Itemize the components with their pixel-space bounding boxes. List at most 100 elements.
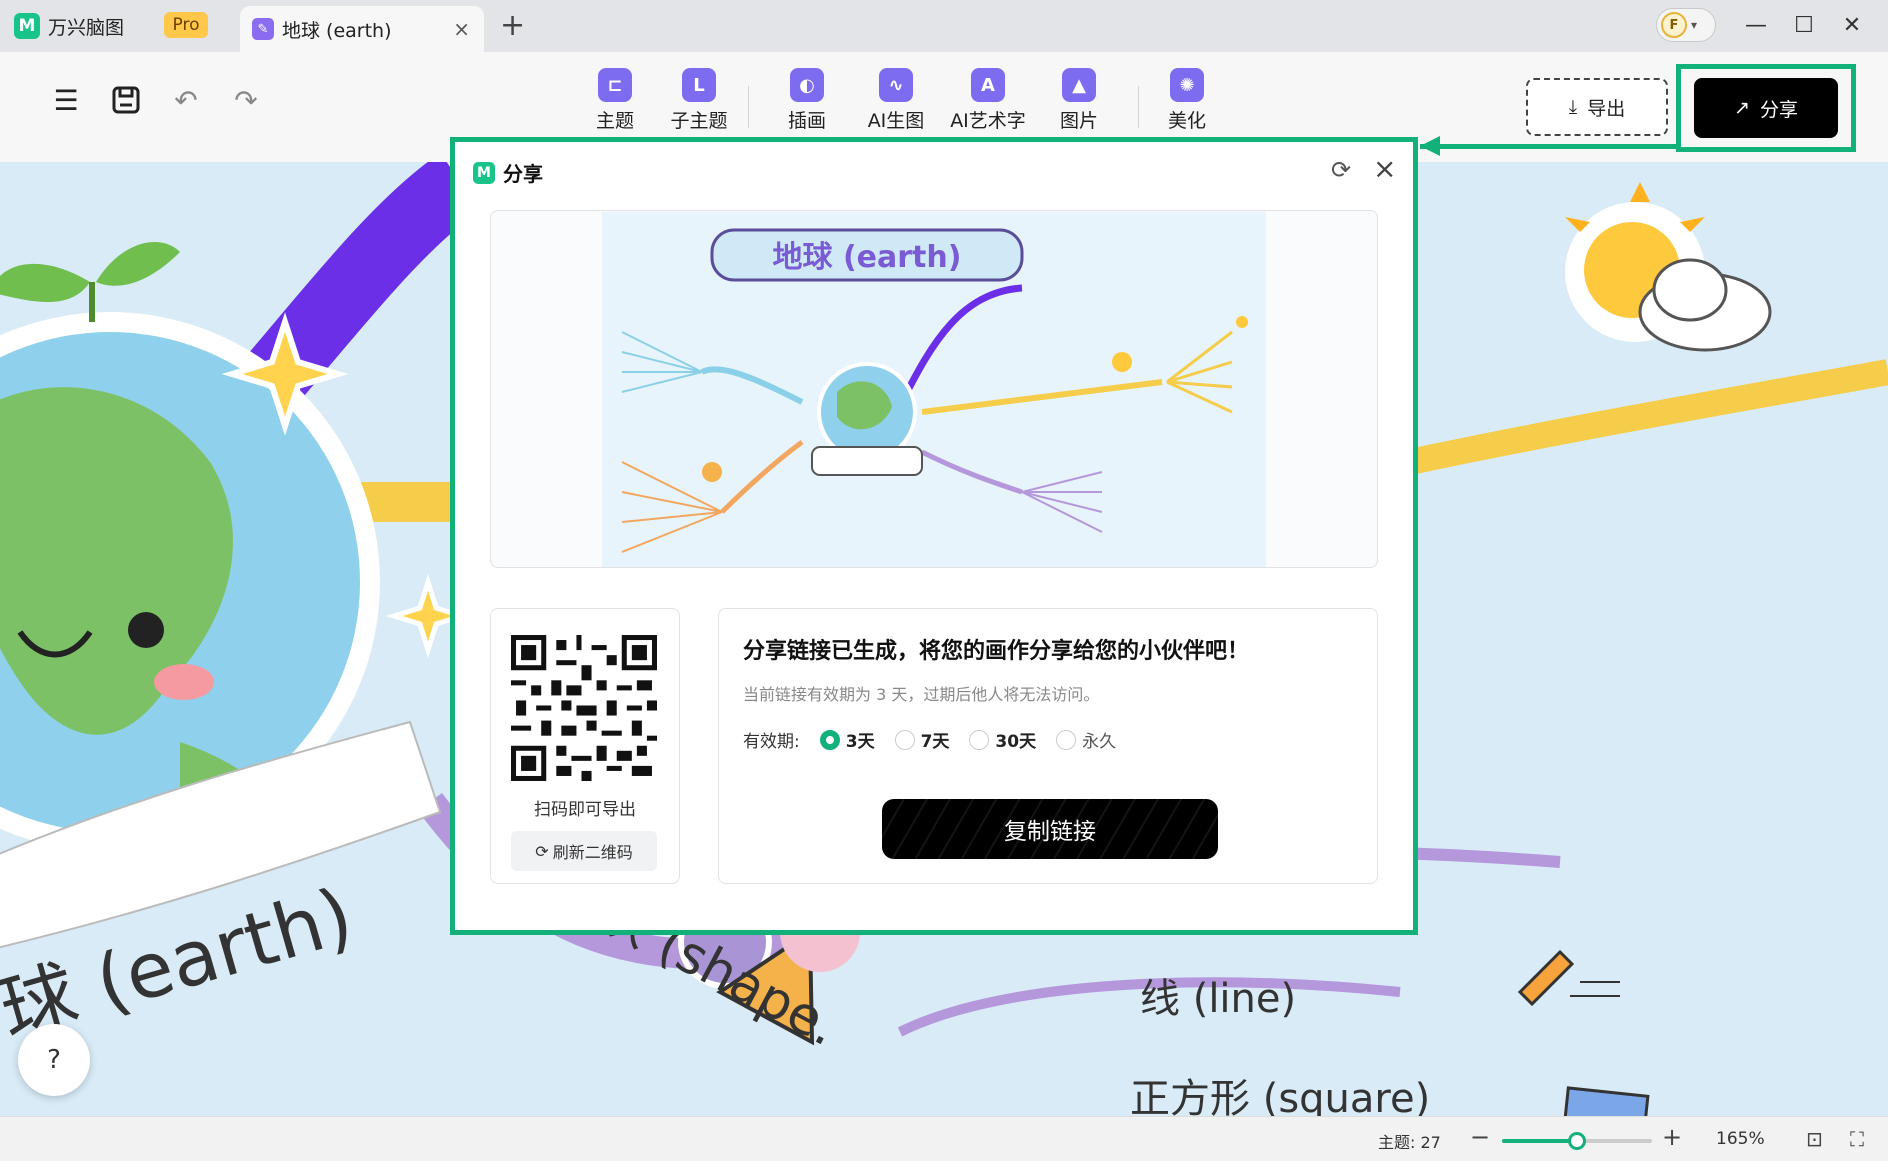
tab-bar: M 万兴脑图 Pro ✎ 地球 (earth) × + F ▾ — ☐ ✕ <box>0 0 1888 52</box>
radio-selected <box>819 729 840 750</box>
validity-option-3d[interactable]: 3天 <box>819 727 875 752</box>
app-logo-icon: M <box>14 13 40 39</box>
help-button[interactable]: ? <box>18 1024 90 1096</box>
tool-ai-art-text-label: AI艺术字 <box>950 110 1026 132</box>
radio-unselected <box>969 729 990 750</box>
beautify-icon: ✺ <box>1170 68 1204 102</box>
share-link-card: 分享链接已生成，将您的画作分享给您的小伙伴吧！ 当前链接有效期为 3 天，过期后… <box>718 608 1378 884</box>
share-link-subtitle: 当前链接有效期为 3 天，过期后他人将无法访问。 <box>743 685 1100 704</box>
redo-icon[interactable]: ↷ <box>228 82 264 118</box>
radio-unselected <box>1056 729 1077 750</box>
radio-unselected <box>894 729 915 750</box>
minimize-button[interactable]: — <box>1738 8 1774 42</box>
maximize-button[interactable]: ☐ <box>1786 8 1822 42</box>
fullscreen-icon[interactable]: ⛶ <box>1850 1127 1864 1151</box>
branch-sky <box>1407 359 1888 475</box>
zoom-slider-fill <box>1502 1139 1577 1143</box>
tool-beautify[interactable]: ✺ 美化 <box>1142 68 1232 133</box>
validity-option-label: 7天 <box>920 732 950 752</box>
share-icon: ↗ <box>1734 97 1750 119</box>
validity-label: 有效期: <box>743 732 800 752</box>
document-tab-title: 地球 (earth) <box>282 19 392 42</box>
tool-ai-art-text[interactable]: A AI艺术字 <box>943 68 1033 133</box>
validity-option-forever[interactable]: 永久 <box>1056 727 1116 752</box>
square-topic-label[interactable]: 正方形 (square) <box>1130 1076 1430 1116</box>
close-tab-icon[interactable]: × <box>453 17 470 41</box>
tool-ai-image-label: AI生图 <box>867 110 925 132</box>
share-button[interactable]: ↗ 分享 <box>1694 78 1838 138</box>
qr-code <box>511 635 657 781</box>
validity-group: 有效期: 3天 7天 30天 永久 <box>743 727 1116 752</box>
annotation-arrow-line <box>1420 144 1676 149</box>
zoom-in-button[interactable]: + <box>1662 1123 1682 1151</box>
validity-option-7d[interactable]: 7天 <box>894 727 950 752</box>
copy-link-button[interactable]: 复制链接 <box>882 799 1218 859</box>
chevron-down-icon: ▾ <box>1691 18 1698 32</box>
topic-count: 主题: 27 <box>1378 1133 1441 1152</box>
line-topic-label[interactable]: 线 (line) <box>1140 976 1296 1022</box>
validity-option-label: 3天 <box>845 732 875 752</box>
toolbar-divider <box>748 86 749 128</box>
square-illustration <box>1562 1086 1650 1116</box>
preview-title: 地球 (earth) <box>773 240 962 275</box>
app-logo-icon: M <box>473 161 495 184</box>
validity-option-label: 永久 <box>1082 732 1117 752</box>
tool-ai-image[interactable]: ∿ AI生图 <box>851 68 941 133</box>
share-label: 分享 <box>1759 98 1798 121</box>
tool-subtopic[interactable]: L 子主题 <box>654 68 744 133</box>
new-tab-button[interactable]: + <box>500 8 525 43</box>
ai-art-text-icon: A <box>971 68 1005 102</box>
close-window-button[interactable]: ✕ <box>1834 8 1870 42</box>
tool-image-label: 图片 <box>1059 110 1098 132</box>
qr-card: 扫码即可导出 ⟳ 刷新二维码 <box>490 608 680 884</box>
refresh-qr-label: 刷新二维码 <box>552 843 633 862</box>
zoom-slider-handle[interactable] <box>1568 1132 1586 1150</box>
tool-illustration-label: 插画 <box>787 110 826 132</box>
zoom-slider[interactable] <box>1502 1132 1652 1150</box>
dialog-title: 分享 <box>503 162 543 186</box>
share-dialog: M 分享 ⟳ × 地球 (earth) 扫码即可导出 ⟳ 刷新二维码 分享链接已… <box>450 137 1418 935</box>
branch-theme <box>243 162 481 405</box>
tool-illustration[interactable]: ◐ 插画 <box>762 68 852 133</box>
image-icon: ▲ <box>1062 68 1096 102</box>
app-name: 万兴脑图 <box>48 16 125 39</box>
mindmap-preview: 地球 (earth) <box>490 210 1378 568</box>
annotation-arrow-head <box>1420 136 1440 156</box>
preview-image: 地球 (earth) <box>602 212 1266 567</box>
validity-option-label: 30天 <box>995 732 1037 752</box>
tool-subtopic-label: 子主题 <box>670 110 728 132</box>
validity-option-30d[interactable]: 30天 <box>969 727 1036 752</box>
ai-image-icon: ∿ <box>879 68 913 102</box>
undo-icon[interactable]: ↶ <box>168 82 204 118</box>
subtopic-icon: L <box>682 68 716 102</box>
refresh-icon: ⟳ <box>535 841 549 861</box>
tool-image[interactable]: ▲ 图片 <box>1034 68 1124 133</box>
document-tab[interactable]: ✎ 地球 (earth) × <box>240 6 484 52</box>
zoom-out-button[interactable]: − <box>1470 1123 1490 1151</box>
toolbar-divider <box>1138 86 1139 128</box>
share-link-title: 分享链接已生成，将您的画作分享给您的小伙伴吧！ <box>743 639 1250 664</box>
tool-topic[interactable]: ⊏ 主题 <box>570 68 660 133</box>
app-home-tab[interactable]: M 万兴脑图 <box>14 8 124 44</box>
toolbar-left-group: ☰ ↶ ↷ <box>48 82 264 118</box>
save-icon[interactable] <box>108 82 144 118</box>
download-icon: ⤓ <box>1568 96 1578 118</box>
avatar: F <box>1661 12 1687 38</box>
illustration-icon: ◐ <box>790 68 824 102</box>
refresh-qr-button[interactable]: ⟳ 刷新二维码 <box>511 831 657 871</box>
refresh-icon[interactable]: ⟳ <box>1331 156 1351 184</box>
sun-cloud-illustration <box>1565 182 1772 352</box>
close-dialog-icon[interactable]: × <box>1373 152 1396 185</box>
dialog-header: M 分享 <box>473 158 543 187</box>
menu-icon[interactable]: ☰ <box>48 82 84 118</box>
pro-badge[interactable]: Pro <box>164 12 208 38</box>
topic-icon: ⊏ <box>598 68 632 102</box>
document-icon: ✎ <box>252 18 274 40</box>
export-button[interactable]: ⤓ 导出 <box>1526 78 1668 136</box>
tool-topic-label: 主题 <box>595 110 634 132</box>
zoom-level[interactable]: 165% <box>1716 1129 1765 1149</box>
account-menu[interactable]: F ▾ <box>1656 8 1716 42</box>
status-bar: 主题: 27 − + 165% ⊡ ⛶ <box>0 1116 1888 1161</box>
pencil-icon <box>1517 949 1620 1007</box>
fit-screen-icon[interactable]: ⊡ <box>1806 1127 1823 1151</box>
